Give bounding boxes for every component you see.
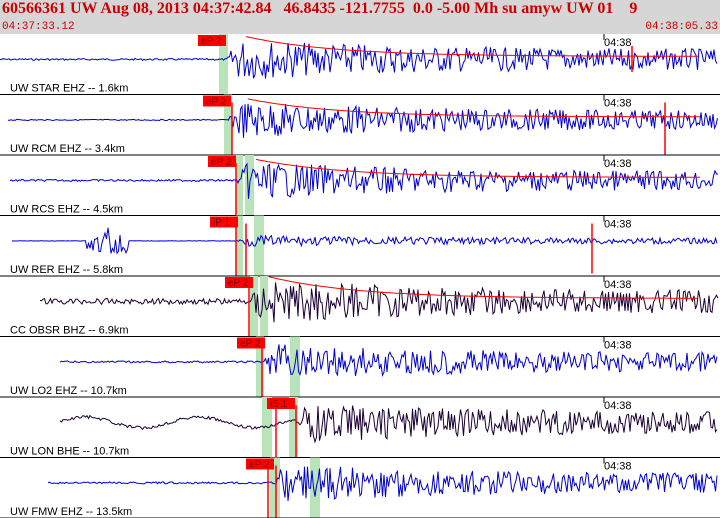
time-mark: 04:38 (604, 400, 632, 412)
trace-panel: eP 2 04:38 UW RCS EHZ -- 4.5km (0, 155, 720, 216)
time-mark: 04:38 (604, 340, 632, 352)
phase-window (236, 155, 243, 216)
pick-label: eP 2 (211, 157, 232, 168)
time-mark: 04:38 (604, 279, 632, 291)
pick-label: eP 2 (240, 339, 261, 350)
trace-panel: iP 1 04:38 UW RER EHZ -- 5.8km (0, 215, 720, 277)
station-label: UW LON BHE -- 10.7km (10, 446, 129, 458)
station-label: UW RER EHZ -- 5.8km (10, 264, 123, 276)
trace-panel: eP 2 04:38 CC OBSR BHZ -- 6.9km (0, 276, 720, 337)
station-label: UW STAR EHZ -- 1.6km (10, 83, 128, 95)
time-mark: 04:38 (604, 37, 632, 49)
trace-panel: eP 2 04:38 UW LO2 EHZ -- 10.7km (0, 336, 720, 398)
trace-panel: eP 2 04:38 UW FMW EHZ -- 13.5km (0, 457, 720, 518)
pick-label: eP 2 (249, 460, 270, 471)
station-label: UW LO2 EHZ -- 10.7km (10, 385, 127, 397)
pick-label: eP 2 (206, 97, 227, 108)
header-bar: 60566361 UW Aug 08, 2013 04:37:42.84 46.… (0, 0, 720, 34)
station-label: UW RCM EHZ -- 3.4km (10, 143, 125, 155)
station-label: UW RCS EHZ -- 4.5km (10, 204, 123, 216)
time-mark: 04:38 (604, 461, 632, 473)
phase-window (260, 276, 268, 337)
phase-window (310, 457, 320, 518)
pick-label: eP 2 (201, 36, 222, 47)
pick-label: iS 1 (270, 399, 288, 410)
station-label: CC OBSR BHZ -- 6.9km (10, 325, 129, 337)
waveform (11, 227, 718, 255)
event-title: 60566361 UW Aug 08, 2013 04:37:42.84 46.… (2, 0, 638, 17)
seismogram-panels: eP 2 04:38 UW STAR EHZ -- 1.6km eP 2 04:38 UW… (0, 34, 720, 518)
trace-panel: eP 2 04:38 UW RCM EHZ -- 3.4km (0, 94, 720, 156)
time-mark: 04:38 (604, 219, 632, 231)
time-mark: 04:38 (604, 158, 632, 170)
trace-panel: iS 1 04:38 UW LON BHE -- 10.7km (0, 397, 720, 458)
trace-panel: eP 2 04:38 UW STAR EHZ -- 1.6km (0, 34, 720, 95)
end-time: 04:38:05.33 (645, 21, 718, 33)
time-mark: 04:38 (604, 98, 632, 110)
pick-label: eP 2 (228, 278, 249, 289)
station-label: UW FMW EHZ -- 13.5km (10, 506, 132, 518)
start-time: 04:37:33.12 (2, 21, 75, 33)
coda-envelope (268, 276, 697, 299)
pick-label: iP 1 (213, 218, 230, 229)
